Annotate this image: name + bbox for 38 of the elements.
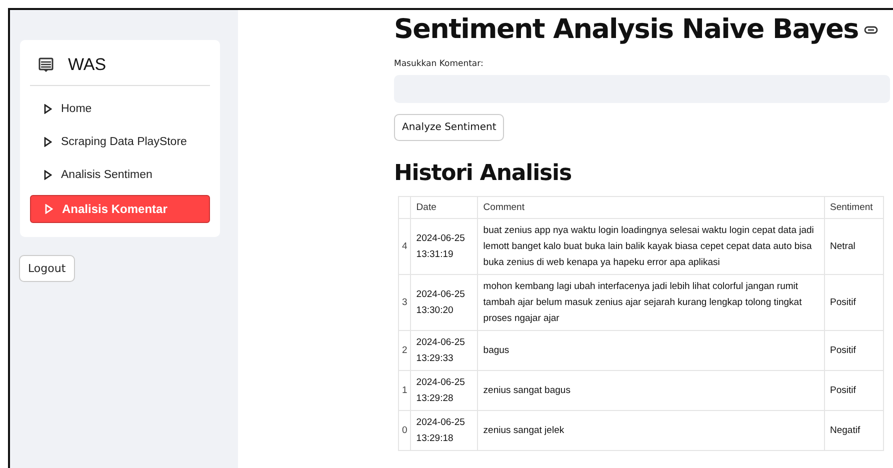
server-icon: [38, 57, 54, 73]
triangle-icon: [44, 170, 52, 180]
column-header: Comment: [478, 196, 824, 218]
analyze-button[interactable]: Analyze Sentiment: [394, 114, 504, 141]
section-title: Histori Analisis: [394, 161, 572, 186]
triangle-icon: [44, 104, 52, 114]
table-cell: 2024-06-25 13:30:20: [410, 274, 478, 330]
table-cell: Netral: [824, 218, 884, 274]
row-index: 3: [398, 274, 411, 330]
table-cell: buat zenius app nya waktu login loadingnya selesai waktu login cepat data jadi lemott banget kalo buat buka lain balik kayak biasa cepet cepat data auto bisa buka zenius di web kenapa ya hapeku error apa aplikasi: [478, 218, 824, 274]
table-cell: 2024-06-25 13:29:28: [410, 370, 478, 410]
table-cell: Positif: [824, 330, 884, 370]
row-index: 2: [398, 330, 411, 370]
logout-button[interactable]: Logout: [19, 255, 75, 282]
page-title: Sentiment Analysis Naive Bayes: [394, 14, 858, 45]
brand-title: WAS: [68, 55, 106, 75]
table-cell: 2024-06-25 13:29:33: [410, 330, 478, 370]
column-header: Date: [410, 196, 478, 218]
table-cell: 2024-06-25 13:31:19: [410, 218, 478, 274]
table-cell: bagus: [478, 330, 824, 370]
row-index: 4: [398, 218, 411, 274]
triangle-icon: [45, 204, 53, 214]
nav-item[interactable]: Analisis Sentimen: [30, 158, 210, 191]
nav-item[interactable]: Scraping Data PlayStore: [30, 125, 210, 158]
table-cell: mohon kembang lagi ubah interfacenya jadi lebih lihat colorful jangan rumit tambah ajar belum masuk zenius ajar sejarah kurang lengkap tolong tingkat proses ngajar ajar: [478, 274, 824, 330]
link-icon[interactable]: [864, 26, 878, 34]
table-cell: 2024-06-25 13:29:18: [410, 410, 478, 450]
triangle-icon: [44, 136, 52, 146]
column-header: Sentiment: [824, 196, 884, 218]
table-cell: Negatif: [824, 410, 884, 450]
table-cell: zenius sangat jelek: [478, 410, 824, 450]
nav-item[interactable]: Home: [30, 92, 210, 125]
row-index: 1: [398, 370, 411, 410]
row-index: 0: [398, 410, 411, 450]
table-cell: Positif: [824, 274, 884, 330]
table-cell: zenius sangat bagus: [478, 370, 824, 410]
table-cell: Positif: [824, 370, 884, 410]
input-label: Masukkan Komentar:: [394, 59, 484, 69]
